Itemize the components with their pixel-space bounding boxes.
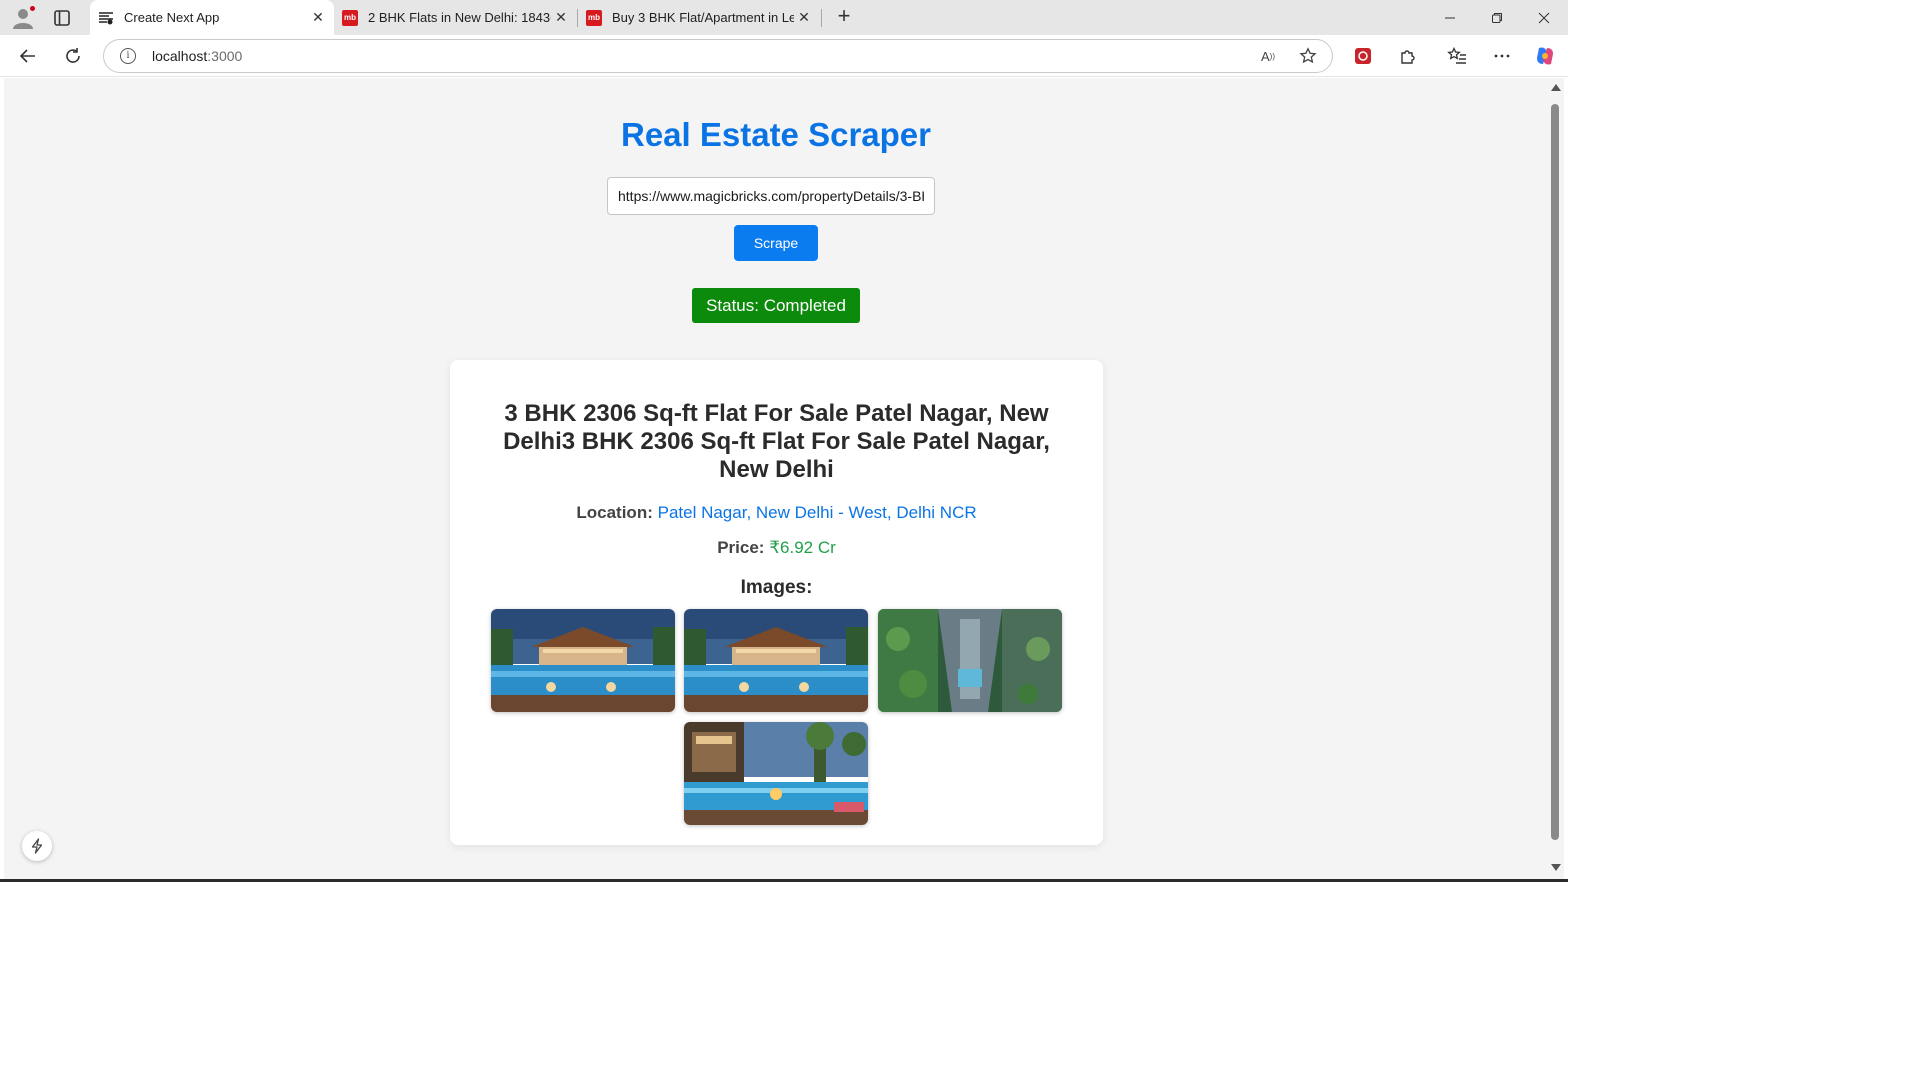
tab-close-icon[interactable]: ✕ bbox=[551, 8, 571, 28]
scroll-down-arrow-icon[interactable] bbox=[1551, 864, 1561, 871]
favorite-star-icon[interactable] bbox=[1298, 46, 1318, 66]
price-label: Price: bbox=[717, 538, 765, 557]
status-badge: Status: Completed bbox=[692, 288, 860, 323]
tab-2bhk-flats[interactable]: mb 2 BHK Flats in New Delhi: 18436+ ✕ bbox=[334, 0, 577, 35]
nextjs-dev-indicator-icon[interactable] bbox=[22, 831, 52, 861]
profile-avatar-icon[interactable] bbox=[10, 5, 36, 31]
reload-icon[interactable] bbox=[60, 43, 86, 69]
page-viewport: Real Estate Scraper Scrape Status: Compl… bbox=[4, 78, 1548, 879]
nextjs-favicon-icon bbox=[98, 10, 114, 26]
property-card: 3 BHK 2306 Sq-ft Flat For Sale Patel Nag… bbox=[450, 360, 1103, 845]
read-aloud-icon[interactable]: A)) bbox=[1258, 46, 1278, 66]
close-window-icon[interactable] bbox=[1521, 0, 1567, 35]
price-line: Price: ₹6.92 Cr bbox=[450, 538, 1103, 558]
copilot-icon[interactable] bbox=[1532, 43, 1558, 69]
more-options-icon[interactable] bbox=[1489, 43, 1515, 69]
page-title: Real Estate Scraper bbox=[620, 116, 931, 153]
location-line: Location: Patel Nagar, New Delhi - West,… bbox=[450, 503, 1103, 523]
tab-strip: Create Next App ✕ mb 2 BHK Flats in New … bbox=[0, 0, 1568, 35]
property-image-pool-lounge bbox=[684, 722, 868, 825]
window-bottom-edge bbox=[0, 879, 1568, 882]
scrollbar-thumb[interactable] bbox=[1551, 104, 1559, 840]
property-image-pool-cabana bbox=[491, 609, 675, 712]
scroll-up-arrow-icon[interactable] bbox=[1551, 84, 1561, 91]
tab-3bhk-flat[interactable]: mb Buy 3 BHK Flat/Apartment in Leel ✕ bbox=[578, 0, 820, 35]
location-value: Patel Nagar, New Delhi - West, Delhi NCR bbox=[657, 503, 977, 522]
tab-close-icon[interactable]: ✕ bbox=[308, 8, 328, 28]
browser-toolbar: i localhost:3000 A)) bbox=[0, 35, 1568, 77]
tab-title: Buy 3 BHK Flat/Apartment in Leel bbox=[612, 10, 794, 25]
restore-icon[interactable] bbox=[1474, 0, 1520, 35]
property-image-pool-cabana-2 bbox=[684, 609, 868, 712]
site-info-icon[interactable]: i bbox=[120, 48, 136, 64]
back-arrow-icon[interactable] bbox=[15, 43, 41, 69]
scrape-button[interactable]: Scrape bbox=[734, 225, 818, 261]
magicbricks-favicon-icon: mb bbox=[586, 9, 602, 26]
magicbricks-favicon-icon: mb bbox=[342, 9, 358, 26]
new-tab-button[interactable]: + bbox=[832, 5, 856, 29]
minimize-icon[interactable] bbox=[1427, 0, 1473, 35]
extension-red-icon[interactable] bbox=[1350, 43, 1376, 69]
tab-create-next-app[interactable]: Create Next App ✕ bbox=[90, 0, 334, 35]
address-url: localhost:3000 bbox=[152, 48, 243, 64]
tab-separator bbox=[821, 9, 822, 27]
location-label: Location: bbox=[576, 503, 653, 522]
images-heading: Images: bbox=[740, 577, 813, 598]
tab-title: Create Next App bbox=[124, 10, 220, 25]
favorites-list-icon[interactable] bbox=[1444, 43, 1470, 69]
property-title: 3 BHK 2306 Sq-ft Flat For Sale Patel Nag… bbox=[503, 400, 1050, 483]
tab-actions-icon[interactable] bbox=[50, 6, 74, 30]
url-input[interactable] bbox=[607, 177, 935, 215]
extensions-puzzle-icon[interactable] bbox=[1395, 43, 1421, 69]
page-scrollbar[interactable] bbox=[1548, 78, 1564, 879]
property-image-aerial-garden bbox=[878, 609, 1062, 712]
address-bar[interactable]: i localhost:3000 A)) bbox=[103, 39, 1333, 73]
tab-title: 2 BHK Flats in New Delhi: 18436+ bbox=[368, 10, 551, 25]
tab-close-icon[interactable]: ✕ bbox=[794, 8, 814, 28]
price-value: ₹6.92 Cr bbox=[769, 538, 836, 557]
